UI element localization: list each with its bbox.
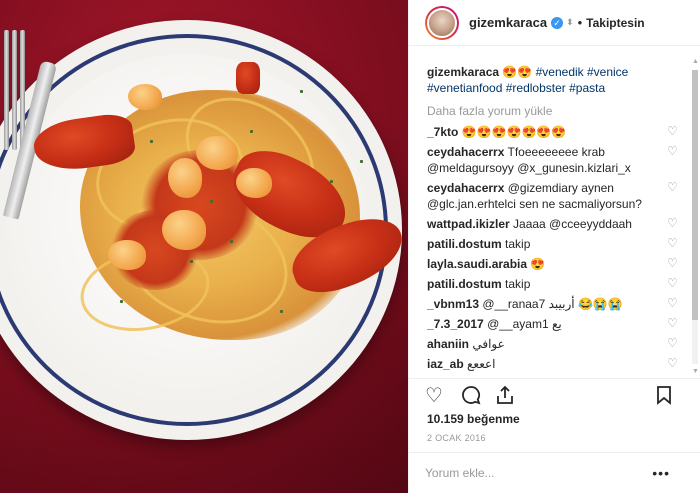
heart-icon[interactable]: ♡ xyxy=(667,181,679,193)
comment: ahaniin عوافي ♡ xyxy=(427,336,678,352)
comment-username[interactable]: ceydahacerrx xyxy=(427,145,504,159)
comment-box: ••• xyxy=(409,452,700,493)
comment-username[interactable]: iaz_ab xyxy=(427,357,464,371)
follow-status[interactable]: Takiptesin xyxy=(586,16,644,30)
likes-count[interactable]: 10.159 beğenme xyxy=(427,412,520,426)
herb xyxy=(250,130,253,133)
comment-text: Jaaaa @cceeyyddaah xyxy=(513,217,632,231)
comment-username[interactable]: patili.dostum xyxy=(427,237,502,251)
comment: _7kto 😍😍😍😍😍😍😍 ♡ xyxy=(427,124,678,140)
comment: ceydahacerrx Tfoeeeeeeee krab @meldagurs… xyxy=(427,144,678,176)
post-header: gizemkaraca ✓ ⬍ • Takiptesin xyxy=(409,0,700,46)
heart-icon[interactable]: ♡ xyxy=(667,125,679,137)
shrimp xyxy=(236,168,272,198)
avatar[interactable] xyxy=(425,5,459,40)
herb xyxy=(150,140,153,143)
comment: patili.dostum takip ♡ xyxy=(427,276,678,292)
header-username[interactable]: gizemkaraca xyxy=(469,15,547,30)
herb xyxy=(190,260,193,263)
heart-icon[interactable]: ♡ xyxy=(667,317,679,329)
shrimp xyxy=(168,158,202,198)
comment-text: takip xyxy=(505,277,531,291)
heart-icon[interactable]: ♡ xyxy=(667,145,679,157)
herb xyxy=(120,300,123,303)
comment-text: عوافي xyxy=(472,337,505,351)
herb xyxy=(330,180,333,183)
comment-text: اعععع xyxy=(467,357,496,371)
herb xyxy=(210,200,213,203)
comment-username[interactable]: ceydahacerrx xyxy=(427,181,504,195)
caption-emoji: 😍😍 xyxy=(502,65,533,79)
load-more-comments[interactable]: Daha fazla yorum yükle xyxy=(427,104,690,118)
heart-icon[interactable]: ♡ xyxy=(667,217,679,229)
comment-input[interactable] xyxy=(425,453,625,493)
heart-icon[interactable]: ♡ xyxy=(667,337,679,349)
comment-text: 😍 xyxy=(530,257,546,271)
herb xyxy=(280,310,283,313)
caption-username[interactable]: gizemkaraca xyxy=(427,65,499,79)
comment-text: takip xyxy=(505,237,531,251)
post-photo[interactable] xyxy=(0,0,408,493)
shrimp xyxy=(128,84,162,110)
post-side-panel: gizemkaraca ✓ ⬍ • Takiptesin gizemkaraca… xyxy=(408,0,700,493)
heart-icon[interactable]: ♡ xyxy=(667,297,679,309)
header-separator: • xyxy=(577,15,583,30)
heart-icon[interactable]: ♡ xyxy=(667,237,679,249)
caption: gizemkaraca 😍😍 #venedik #venice #venetia… xyxy=(427,64,637,96)
comment: _vbnm13 @__ranaa7 أربيبد 😂😭😭 ♡ xyxy=(427,296,678,312)
comment-username[interactable]: _7kto xyxy=(427,125,458,139)
chevron-down-icon[interactable]: ⬍ xyxy=(566,17,574,28)
shrimp xyxy=(108,240,146,270)
comment: _7.3_2017 @__ayam1 يع ♡ xyxy=(427,316,678,332)
heart-outline-icon[interactable]: ♡ xyxy=(425,385,443,407)
comment-username[interactable]: ahaniin xyxy=(427,337,469,351)
comment-username[interactable]: _vbnm13 xyxy=(427,297,479,311)
shrimp xyxy=(196,136,238,170)
action-bar: ♡ xyxy=(409,378,700,412)
comment: ceydahacerrx @gizemdiary aynen @glc.jan.… xyxy=(427,180,678,212)
comment-username[interactable]: _7.3_2017 xyxy=(427,317,484,331)
verified-badge-icon: ✓ xyxy=(551,16,564,29)
scroll-up-icon[interactable]: ▲ xyxy=(692,58,699,66)
comment: patili.dostum takip ♡ xyxy=(427,236,678,252)
post-date: 2 OCAK 2016 xyxy=(427,433,486,443)
herb xyxy=(360,160,363,163)
comment-username[interactable]: wattpad.ikizler xyxy=(427,217,510,231)
comment-text: 😍😍😍😍😍😍😍 xyxy=(461,125,567,139)
more-options-icon[interactable]: ••• xyxy=(652,465,670,481)
heart-icon[interactable]: ♡ xyxy=(667,257,679,269)
herb xyxy=(300,90,303,93)
comments-scrollbar[interactable]: ▲ ▼ xyxy=(692,58,699,376)
heart-icon[interactable]: ♡ xyxy=(667,357,679,369)
comments-list: gizemkaraca 😍😍 #venedik #venice #venetia… xyxy=(409,58,690,376)
lobster-piece xyxy=(236,62,260,94)
bookmark-icon[interactable] xyxy=(655,385,673,410)
scroll-down-icon[interactable]: ▼ xyxy=(692,368,699,376)
speech-bubble-icon[interactable] xyxy=(461,385,481,410)
heart-icon[interactable]: ♡ xyxy=(667,277,679,289)
comment: layla.saudi.arabia 😍 ♡ xyxy=(427,256,678,272)
comment-text: @__ranaa7 أربيبد 😂😭😭 xyxy=(482,297,623,311)
comment: wattpad.ikizler Jaaaa @cceeyyddaah ♡ xyxy=(427,216,678,232)
herb xyxy=(230,240,233,243)
comment: iaz_ab اعععع ♡ xyxy=(427,356,678,372)
comment-username[interactable]: layla.saudi.arabia xyxy=(427,257,527,271)
comment-username[interactable]: patili.dostum xyxy=(427,277,502,291)
shrimp xyxy=(162,210,206,250)
scroll-thumb[interactable] xyxy=(692,70,698,320)
share-icon[interactable] xyxy=(495,385,515,410)
comment-text: @__ayam1 يع xyxy=(487,317,562,331)
